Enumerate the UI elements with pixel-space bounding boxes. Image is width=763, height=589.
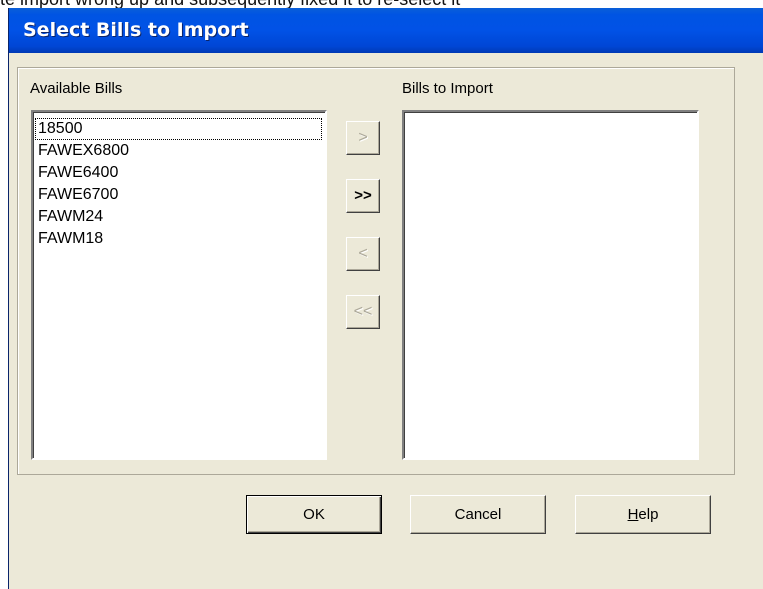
help-mnemonic: H: [627, 506, 639, 523]
help-button[interactable]: Help: [575, 495, 711, 534]
add-selected-button[interactable]: >: [346, 121, 380, 155]
available-bill-item[interactable]: 18500: [35, 118, 322, 140]
available-bills-list[interactable]: 18500 FAWEX6800 FAWE6400 FAWE6700 FAWM24…: [31, 110, 327, 460]
available-bill-item[interactable]: FAWEX6800: [33, 140, 325, 162]
add-all-button[interactable]: >>: [346, 179, 380, 213]
remove-selected-button[interactable]: <: [346, 237, 380, 271]
available-bill-item[interactable]: FAWM18: [33, 228, 325, 250]
title-bar[interactable]: Select Bills to Import: [9, 8, 763, 53]
available-bill-item[interactable]: FAWE6400: [33, 162, 325, 184]
dialog-title: Select Bills to Import: [23, 19, 249, 41]
available-bill-item[interactable]: FAWE6700: [33, 184, 325, 206]
available-bills-label: Available Bills: [30, 80, 123, 97]
help-label-rest: elp: [638, 506, 659, 523]
remove-all-button[interactable]: <<: [346, 295, 380, 329]
bills-to-import-label: Bills to Import: [402, 80, 493, 97]
bills-to-import-list[interactable]: [402, 110, 699, 460]
available-bill-item[interactable]: FAWM24: [33, 206, 325, 228]
ok-button[interactable]: OK: [246, 495, 382, 534]
cancel-button[interactable]: Cancel: [410, 495, 546, 534]
screenshot: te import wrong up and subsequently fixe…: [0, 0, 763, 589]
